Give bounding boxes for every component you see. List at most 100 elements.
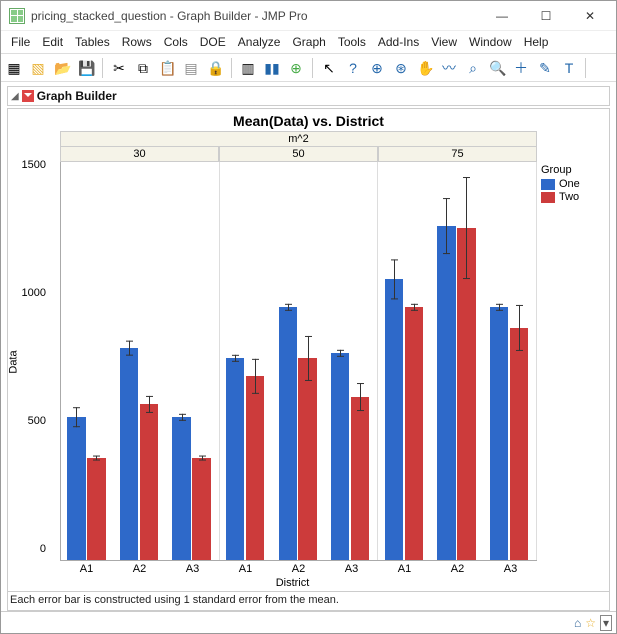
bar[interactable] — [351, 397, 369, 560]
distribution-icon[interactable]: ▥ — [237, 57, 259, 79]
fit-icon[interactable]: ▮▮ — [261, 57, 283, 79]
paste-icon[interactable]: 📋 — [156, 57, 178, 79]
plot-area[interactable] — [60, 162, 537, 561]
panel — [220, 162, 379, 560]
error-bar — [308, 335, 309, 381]
menu-graph[interactable]: Graph — [286, 33, 331, 51]
open-icon[interactable]: 📂 — [51, 57, 73, 79]
section-title: Graph Builder — [37, 89, 117, 103]
x-tick: A1 — [378, 561, 431, 575]
status-dropdown-icon[interactable]: ▾ — [600, 615, 612, 631]
panel-label: 50 — [219, 146, 378, 162]
bar[interactable] — [279, 307, 297, 560]
x-tick: A1 — [60, 561, 113, 575]
datatable-icon[interactable]: ▦ — [3, 57, 25, 79]
save-icon[interactable]: 💾 — [75, 57, 97, 79]
error-bar — [466, 177, 467, 279]
error-bar — [202, 455, 203, 460]
bar[interactable] — [192, 458, 210, 560]
star-icon[interactable]: ☆ — [585, 616, 596, 630]
x-tick: A2 — [272, 561, 325, 575]
bar[interactable] — [385, 279, 403, 560]
menu-rows[interactable]: Rows — [116, 33, 158, 51]
menu-edit[interactable]: Edit — [36, 33, 69, 51]
menu-file[interactable]: File — [5, 33, 36, 51]
menu-help[interactable]: Help — [518, 33, 555, 51]
error-bar — [340, 350, 341, 358]
journal-icon[interactable]: ▤ — [180, 57, 202, 79]
lasso-tool-icon[interactable]: ⌕ — [462, 57, 484, 79]
menu-window[interactable]: Window — [463, 33, 518, 51]
x-tick: A3 — [166, 561, 219, 575]
menu-view[interactable]: View — [425, 33, 463, 51]
title-bar: pricing_stacked_question - Graph Builder… — [1, 1, 616, 31]
text-tool-icon[interactable]: T — [558, 57, 580, 79]
line-tool-icon[interactable]: ✎ — [534, 57, 556, 79]
x-tick: A2 — [113, 561, 166, 575]
zoom-tool-icon[interactable]: 🔍 — [486, 57, 508, 79]
legend-label: One — [559, 178, 580, 190]
window-title: pricing_stacked_question - Graph Builder… — [31, 9, 480, 23]
bar[interactable] — [510, 328, 528, 560]
home-icon[interactable]: ⌂ — [574, 616, 581, 630]
arrow-tool-icon[interactable]: ↖ — [318, 57, 340, 79]
menu-tools[interactable]: Tools — [332, 33, 372, 51]
menu-cols[interactable]: Cols — [158, 33, 194, 51]
legend-item-one[interactable]: One — [541, 178, 605, 190]
help-tool-icon[interactable]: ? — [342, 57, 364, 79]
bar[interactable] — [226, 358, 244, 560]
bar[interactable] — [140, 404, 158, 560]
menu-tables[interactable]: Tables — [69, 33, 116, 51]
bar[interactable] — [246, 376, 264, 560]
x-tick: A3 — [325, 561, 378, 575]
legend-swatch — [541, 179, 555, 190]
error-bar — [96, 455, 97, 460]
bar[interactable] — [490, 307, 508, 560]
close-button[interactable]: ✕ — [568, 2, 612, 30]
disclosure-triangle-icon[interactable]: ◢ — [11, 91, 19, 102]
menu-analyze[interactable]: Analyze — [232, 33, 287, 51]
bar[interactable] — [457, 228, 475, 560]
bar[interactable] — [405, 307, 423, 560]
x-tick: A3 — [484, 561, 537, 575]
panel — [61, 162, 220, 560]
panel-variable-name: m^2 — [60, 131, 537, 146]
new-icon[interactable]: ▧ — [27, 57, 49, 79]
bar[interactable] — [298, 358, 316, 560]
add-tool-icon[interactable]: ＋ — [510, 57, 532, 79]
menu-doe[interactable]: DOE — [194, 33, 232, 51]
bar[interactable] — [87, 458, 105, 560]
bar[interactable] — [67, 417, 85, 560]
bar[interactable] — [172, 417, 190, 560]
minimize-button[interactable]: — — [480, 2, 524, 30]
hand-tool-icon[interactable]: ✋ — [414, 57, 436, 79]
error-bar — [414, 304, 415, 312]
brush-tool-icon[interactable]: 〰 — [438, 57, 460, 79]
hotspot-icon[interactable] — [22, 90, 34, 102]
bar[interactable] — [437, 226, 455, 560]
maximize-button[interactable]: ☐ — [524, 2, 568, 30]
cut-icon[interactable]: ✂ — [108, 57, 130, 79]
y-tick: 1000 — [22, 287, 46, 299]
graph-icon[interactable]: ⊕ — [285, 57, 307, 79]
chart-footnote: Each error bar is constructed using 1 st… — [8, 591, 609, 610]
app-icon — [9, 8, 25, 24]
content-area: ◢ Graph Builder Mean(Data) vs. District … — [1, 82, 616, 611]
x-tick: A1 — [219, 561, 272, 575]
error-bar — [499, 304, 500, 312]
bar[interactable] — [331, 353, 349, 560]
y-tick: 500 — [28, 415, 46, 427]
copy-icon[interactable]: ⧉ — [132, 57, 154, 79]
error-bar — [519, 305, 520, 351]
legend-title: Group — [541, 164, 605, 176]
legend-item-two[interactable]: Two — [541, 191, 605, 203]
crosshair-tool-icon[interactable]: ⊕ — [366, 57, 388, 79]
chart-container: Mean(Data) vs. District m^2 305075 Data … — [7, 108, 610, 611]
y-axis-title: Data — [8, 350, 20, 373]
bar[interactable] — [120, 348, 138, 560]
legend-label: Two — [559, 191, 579, 203]
scroll-tool-icon[interactable]: ⊛ — [390, 57, 412, 79]
menu-add-ins[interactable]: Add-Ins — [372, 33, 425, 51]
error-bar — [182, 413, 183, 421]
lock-icon[interactable]: 🔒 — [204, 57, 226, 79]
